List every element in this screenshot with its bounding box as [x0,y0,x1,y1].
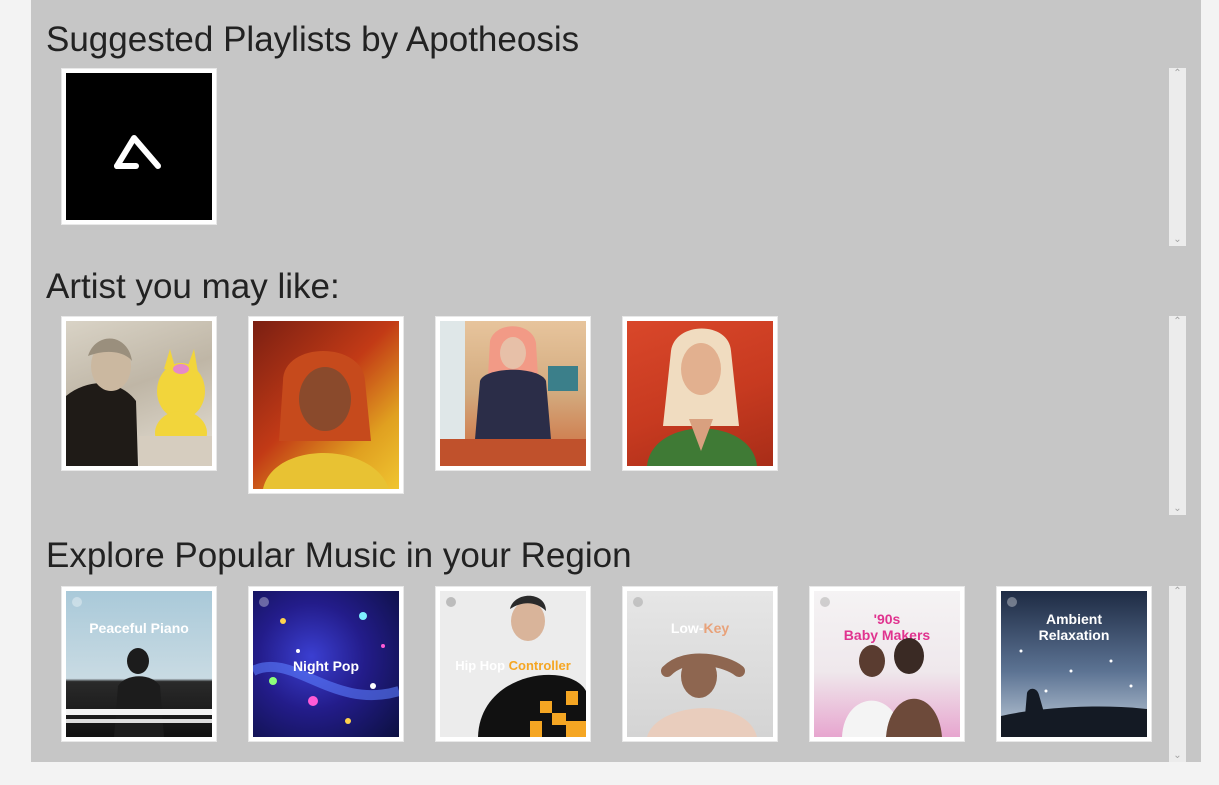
explore-card-peaceful-piano[interactable]: Peaceful Piano [61,586,217,742]
artist-photo [627,321,773,466]
scroll-up-arrow-icon[interactable]: ⌃ [1169,586,1186,598]
cover-title: Low-Key [627,620,773,636]
artists-scrollbar[interactable]: ⌃ ⌄ [1169,316,1186,515]
cover-art: Low-Key [627,591,773,737]
cover-art: Ambient Relaxation [1001,591,1147,737]
artist-photo [440,321,586,466]
cover-title: Night Pop [292,658,360,674]
explore-card-night-pop[interactable]: Night Pop [248,586,404,742]
cover-title-line-1: Ambient [1046,611,1102,627]
section-title-artists: Artist you may like: [46,267,340,306]
explore-scrollbar[interactable]: ⌃ ⌄ [1169,586,1186,762]
scroll-up-arrow-icon[interactable]: ⌃ [1169,316,1186,328]
scroll-up-arrow-icon[interactable]: ⌃ [1169,68,1186,80]
cover-title: Ambient Relaxation [1001,611,1147,643]
scroll-down-arrow-icon[interactable]: ⌄ [1169,234,1186,246]
artist-card-4[interactable] [622,316,778,471]
artist-card-1[interactable] [61,316,217,471]
playlist-card-apotheosis[interactable] [61,68,217,225]
cover-title-line-2: Relaxation [1038,627,1110,643]
cover-art: Night Pop [253,591,399,737]
scroll-down-arrow-icon[interactable]: ⌄ [1169,750,1186,762]
artist-card-3[interactable] [435,316,591,471]
section-title-explore: Explore Popular Music in your Region [46,536,632,575]
scroll-down-arrow-icon[interactable]: ⌄ [1169,503,1186,515]
artist-card-2[interactable] [248,316,404,494]
cover-title-part-1: Low- [670,620,704,636]
cover-title: Hip Hop Controller [440,658,586,674]
cover-title-part-1: Hip Hop [455,658,509,673]
cover-art: Peaceful Piano [66,591,212,737]
explore-card-hip-hop-controller[interactable]: Hip Hop Controller [435,586,591,742]
artist-photo [253,321,399,489]
apotheosis-logo-icon [66,73,212,220]
cover-title-part-2: Key [703,620,730,636]
section-title-playlists: Suggested Playlists by Apotheosis [46,20,580,59]
artist-photo [66,321,212,466]
cover-art: Hip Hop Controller [440,591,586,737]
explore-card-ambient-relaxation[interactable]: Ambient Relaxation [996,586,1152,742]
explore-card-90s-baby-makers[interactable]: '90s Baby Makers [809,586,965,742]
explore-card-low-key[interactable]: Low-Key [622,586,778,742]
cover-title-part-2: Controller [508,658,571,673]
playlists-scrollbar[interactable]: ⌃ ⌄ [1169,68,1186,246]
content-panel: Suggested Playlists by Apotheosis ⌃ ⌄ Ar… [31,0,1201,762]
cover-art: '90s Baby Makers [814,591,960,737]
